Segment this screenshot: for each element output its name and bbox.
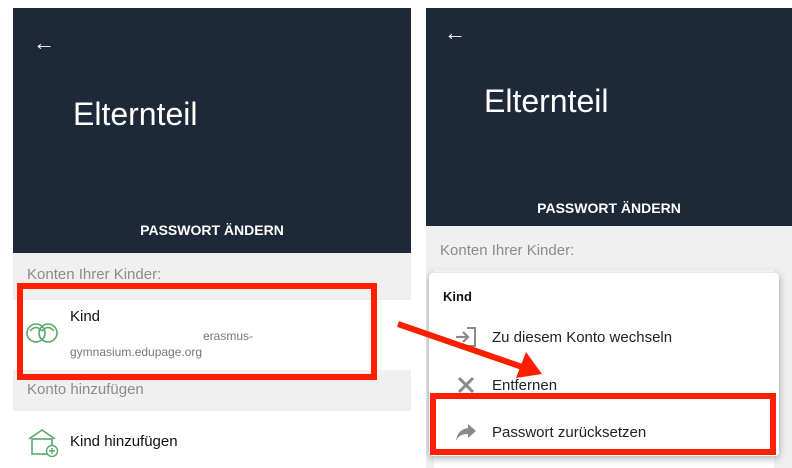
- change-password-button[interactable]: PASSWORT ÄNDERN: [13, 222, 411, 238]
- menu-item-label: Entfernen: [492, 377, 558, 394]
- add-child-row[interactable]: Kind hinzufügen: [13, 411, 411, 468]
- left-screen: ← Elternteil PASSWORT ÄNDERN Konten Ihre…: [13, 8, 411, 468]
- page-title: Elternteil: [484, 83, 609, 119]
- switch-account-menu-item[interactable]: Zu diesem Konto wechseln: [429, 318, 779, 358]
- header: ← Elternteil PASSWORT ÄNDERN: [13, 8, 411, 253]
- highlight-box: [17, 283, 377, 380]
- header: ← Elternteil PASSWORT ÄNDERN: [426, 8, 792, 226]
- add-child-icon: [28, 429, 59, 457]
- add-account-section-label: Konto hinzufügen: [27, 381, 144, 398]
- add-child-label: Kind hinzufügen: [70, 433, 178, 450]
- highlight-box: [430, 393, 776, 455]
- children-section-label: Konten Ihrer Kinder:: [440, 242, 575, 259]
- menu-item-label: Zu diesem Konto wechseln: [492, 329, 673, 346]
- menu-title: Kind: [443, 289, 472, 304]
- login-icon: [456, 327, 476, 347]
- page-title: Elternteil: [73, 96, 198, 132]
- change-password-button[interactable]: PASSWORT ÄNDERN: [426, 200, 792, 216]
- children-section-label: Konten Ihrer Kinder:: [27, 266, 162, 283]
- back-arrow-icon[interactable]: ←: [444, 22, 466, 44]
- back-arrow-icon[interactable]: ←: [33, 32, 55, 54]
